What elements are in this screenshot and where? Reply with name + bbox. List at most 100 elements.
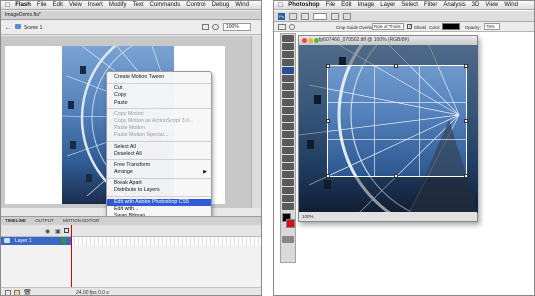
menu-edit[interactable]: Edit: [53, 2, 63, 8]
crop-handle[interactable]: [326, 118, 330, 123]
pen-tool-icon[interactable]: [282, 147, 294, 154]
view-extras-icon[interactable]: [301, 13, 309, 20]
tab-motion-editor[interactable]: MOTION EDITOR: [63, 218, 99, 223]
healing-brush-tool-icon[interactable]: [282, 83, 294, 90]
type-tool-icon[interactable]: [282, 155, 294, 162]
zoom-select[interactable]: 100%: [223, 23, 251, 31]
menu-insert[interactable]: Insert: [88, 2, 103, 8]
zoom-level-select[interactable]: [313, 13, 327, 20]
new-layer-icon[interactable]: [5, 290, 11, 295]
hand-tool-icon[interactable]: [282, 195, 294, 202]
background-color-swatch[interactable]: [286, 219, 295, 228]
shape-tool-icon[interactable]: [282, 171, 294, 178]
bridge-icon[interactable]: [289, 13, 297, 20]
lasso-tool-icon[interactable]: [282, 51, 294, 58]
menu-control[interactable]: Control: [186, 2, 205, 8]
crop-handle[interactable]: [464, 118, 468, 123]
zoom-tool-icon[interactable]: [282, 203, 294, 210]
menu-window[interactable]: Wind: [235, 2, 249, 8]
menu-file[interactable]: File: [326, 2, 336, 8]
context-menu-item[interactable]: Paste: [107, 100, 211, 107]
context-menu-item[interactable]: Cut: [107, 85, 211, 92]
menu-window[interactable]: Wind: [504, 2, 518, 8]
3d-rotate-tool-icon[interactable]: [282, 179, 294, 186]
edit-scene-icon[interactable]: [202, 24, 209, 30]
menu-view[interactable]: View: [69, 2, 82, 8]
tab-timeline[interactable]: TIMELINE: [5, 218, 26, 223]
eyedropper-tool-icon[interactable]: [282, 75, 294, 82]
hand-tool-icon[interactable]: [331, 13, 339, 20]
path-select-tool-icon[interactable]: [282, 163, 294, 170]
vertical-scrollbar[interactable]: [251, 36, 261, 208]
commit-icon[interactable]: [289, 24, 295, 30]
eye-icon[interactable]: ◉: [45, 228, 50, 235]
crop-overlay-select[interactable]: Rule of Thirds: [372, 23, 404, 30]
apple-icon[interactable]: : [278, 2, 283, 9]
menu-photoshop[interactable]: Photoshop: [288, 2, 319, 8]
move-tool-icon[interactable]: [282, 35, 294, 42]
rotate-view-icon[interactable]: [343, 13, 351, 20]
document-tab[interactable]: ImageDemo.fla*: [1, 11, 261, 20]
crop-handle[interactable]: [464, 174, 468, 178]
crop-tool-icon[interactable]: [282, 67, 294, 74]
context-menu-item[interactable]: Deselect All: [107, 151, 211, 158]
minimize-icon[interactable]: [308, 38, 313, 43]
layer-frames[interactable]: [71, 237, 261, 245]
document-image[interactable]: [299, 45, 478, 213]
crop-handle[interactable]: [464, 64, 468, 68]
dodge-tool-icon[interactable]: [282, 139, 294, 146]
menu-3d[interactable]: 3D: [472, 2, 480, 8]
eraser-tool-icon[interactable]: [282, 115, 294, 122]
context-menu-item[interactable]: Edit with...: [107, 206, 211, 213]
context-menu-item[interactable]: Copy: [107, 92, 211, 99]
close-icon[interactable]: [302, 38, 307, 43]
layer-row[interactable]: Layer 1: [1, 237, 71, 245]
clone-stamp-tool-icon[interactable]: [282, 99, 294, 106]
menu-text[interactable]: Text: [133, 2, 144, 8]
status-zoom[interactable]: 100%: [302, 214, 314, 219]
menu-flash[interactable]: Flash: [15, 2, 31, 8]
frame-ruler[interactable]: ◉ ▣: [1, 225, 261, 237]
context-menu-item[interactable]: Edit with Adobe Photoshop CS5: [107, 198, 211, 206]
context-menu-item[interactable]: Break Apart: [107, 180, 211, 187]
back-arrow-icon[interactable]: ←: [5, 25, 11, 31]
quick-select-tool-icon[interactable]: [282, 59, 294, 66]
shield-color-swatch[interactable]: [442, 23, 460, 30]
menu-layer[interactable]: Layer: [380, 2, 395, 8]
blur-tool-icon[interactable]: [282, 131, 294, 138]
layer-color-icon[interactable]: [61, 238, 66, 243]
menu-edit[interactable]: Edit: [341, 2, 351, 8]
context-menu-item[interactable]: Distribute to Layers: [107, 187, 211, 194]
lock-icon[interactable]: ▣: [55, 228, 61, 235]
menu-commands[interactable]: Commands: [150, 2, 181, 8]
playhead[interactable]: [71, 225, 72, 295]
menu-filter[interactable]: Filter: [424, 2, 437, 8]
marquee-tool-icon[interactable]: [282, 43, 294, 50]
crop-handle[interactable]: [326, 174, 330, 178]
new-folder-icon[interactable]: [14, 290, 20, 295]
edit-symbol-icon[interactable]: [212, 24, 219, 30]
apple-icon[interactable]: : [5, 2, 10, 9]
context-menu-item[interactable]: Arrange ▶: [107, 169, 211, 176]
trash-icon[interactable]: 🗑: [23, 289, 32, 295]
context-menu-item[interactable]: Select All: [107, 144, 211, 151]
brush-tool-icon[interactable]: [282, 91, 294, 98]
menu-analysis[interactable]: Analysis: [443, 2, 465, 8]
document-titlebar[interactable]: fp607466_070502.tiff @ 100% (RGB/8#): [299, 36, 477, 45]
quick-mask-icon[interactable]: [282, 236, 294, 243]
tab-output[interactable]: OUTPUT: [35, 218, 54, 223]
menu-image[interactable]: Image: [358, 2, 375, 8]
crop-handle[interactable]: [326, 64, 330, 68]
crop-handle[interactable]: [394, 64, 399, 68]
context-menu-item[interactable]: Free Transform: [107, 162, 211, 169]
context-menu-item[interactable]: Create Motion Tween: [107, 74, 211, 81]
history-brush-tool-icon[interactable]: [282, 107, 294, 114]
menu-file[interactable]: File: [37, 2, 47, 8]
crop-tool-icon[interactable]: [278, 24, 286, 30]
menu-debug[interactable]: Debug: [212, 2, 230, 8]
crop-handle[interactable]: [394, 174, 399, 178]
crop-box[interactable]: [326, 64, 468, 178]
menu-view[interactable]: View: [485, 2, 498, 8]
outline-icon[interactable]: [64, 228, 69, 233]
menu-modify[interactable]: Modify: [109, 2, 127, 8]
